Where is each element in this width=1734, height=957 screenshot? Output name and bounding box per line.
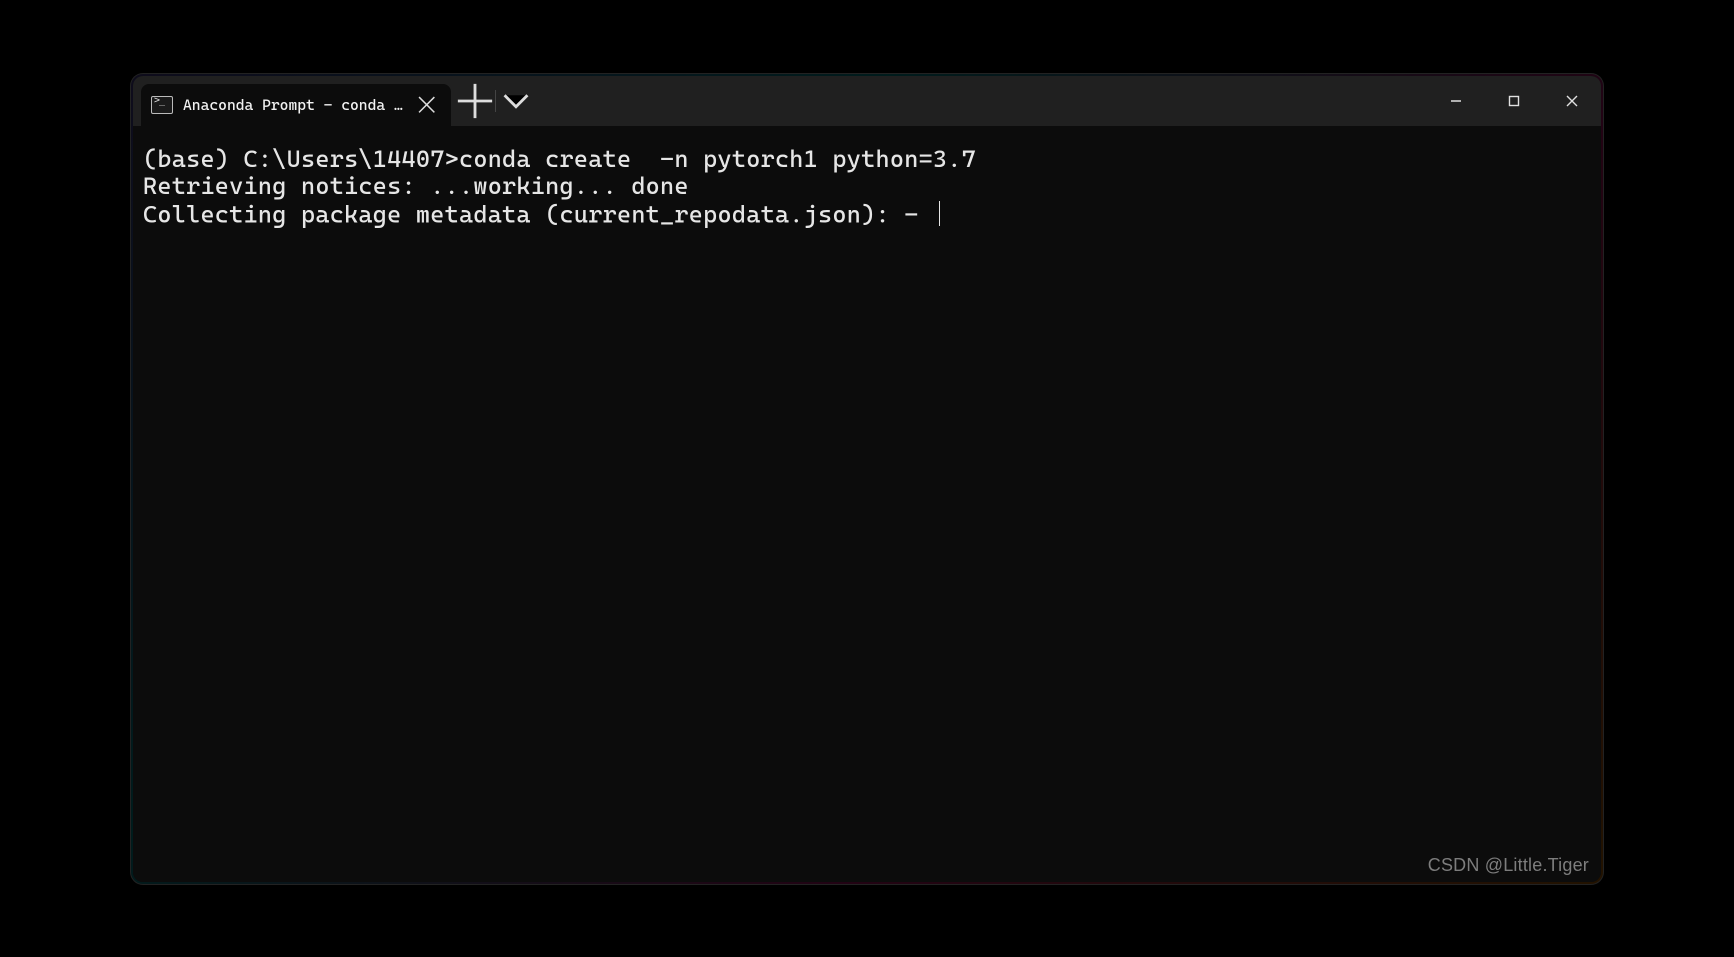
close-window-button[interactable]: [1543, 76, 1601, 126]
terminal-line: Retrieving notices: ...working... done: [143, 172, 689, 200]
new-tab-button[interactable]: [455, 76, 495, 126]
maximize-icon: [1507, 94, 1521, 108]
tab-active[interactable]: Anaconda Prompt - conda cr: [141, 84, 451, 126]
close-icon: [1565, 94, 1579, 108]
chevron-down-icon: [496, 81, 536, 121]
terminal-body[interactable]: (base) C:\Users\14407>conda create -n py…: [133, 126, 1601, 882]
tab-dropdown-button[interactable]: [496, 76, 536, 126]
watermark: CSDN @Little.Tiger: [1428, 855, 1589, 876]
minimize-icon: [1449, 94, 1463, 108]
terminal-icon: [151, 96, 173, 114]
title-bar[interactable]: Anaconda Prompt - conda cr: [133, 76, 1601, 126]
tab-title: Anaconda Prompt - conda cr: [183, 96, 406, 114]
close-icon: [416, 94, 437, 115]
plus-icon: [455, 81, 495, 121]
text-cursor: [939, 201, 941, 226]
terminal-window: Anaconda Prompt - conda cr: [133, 76, 1601, 882]
maximize-button[interactable]: [1485, 76, 1543, 126]
minimize-button[interactable]: [1427, 76, 1485, 126]
terminal-line: Collecting package metadata (current_rep…: [143, 200, 933, 228]
terminal-line: (base) C:\Users\14407>conda create -n py…: [143, 145, 976, 173]
close-tab-button[interactable]: [416, 94, 437, 116]
titlebar-drag-region[interactable]: [536, 76, 1427, 126]
